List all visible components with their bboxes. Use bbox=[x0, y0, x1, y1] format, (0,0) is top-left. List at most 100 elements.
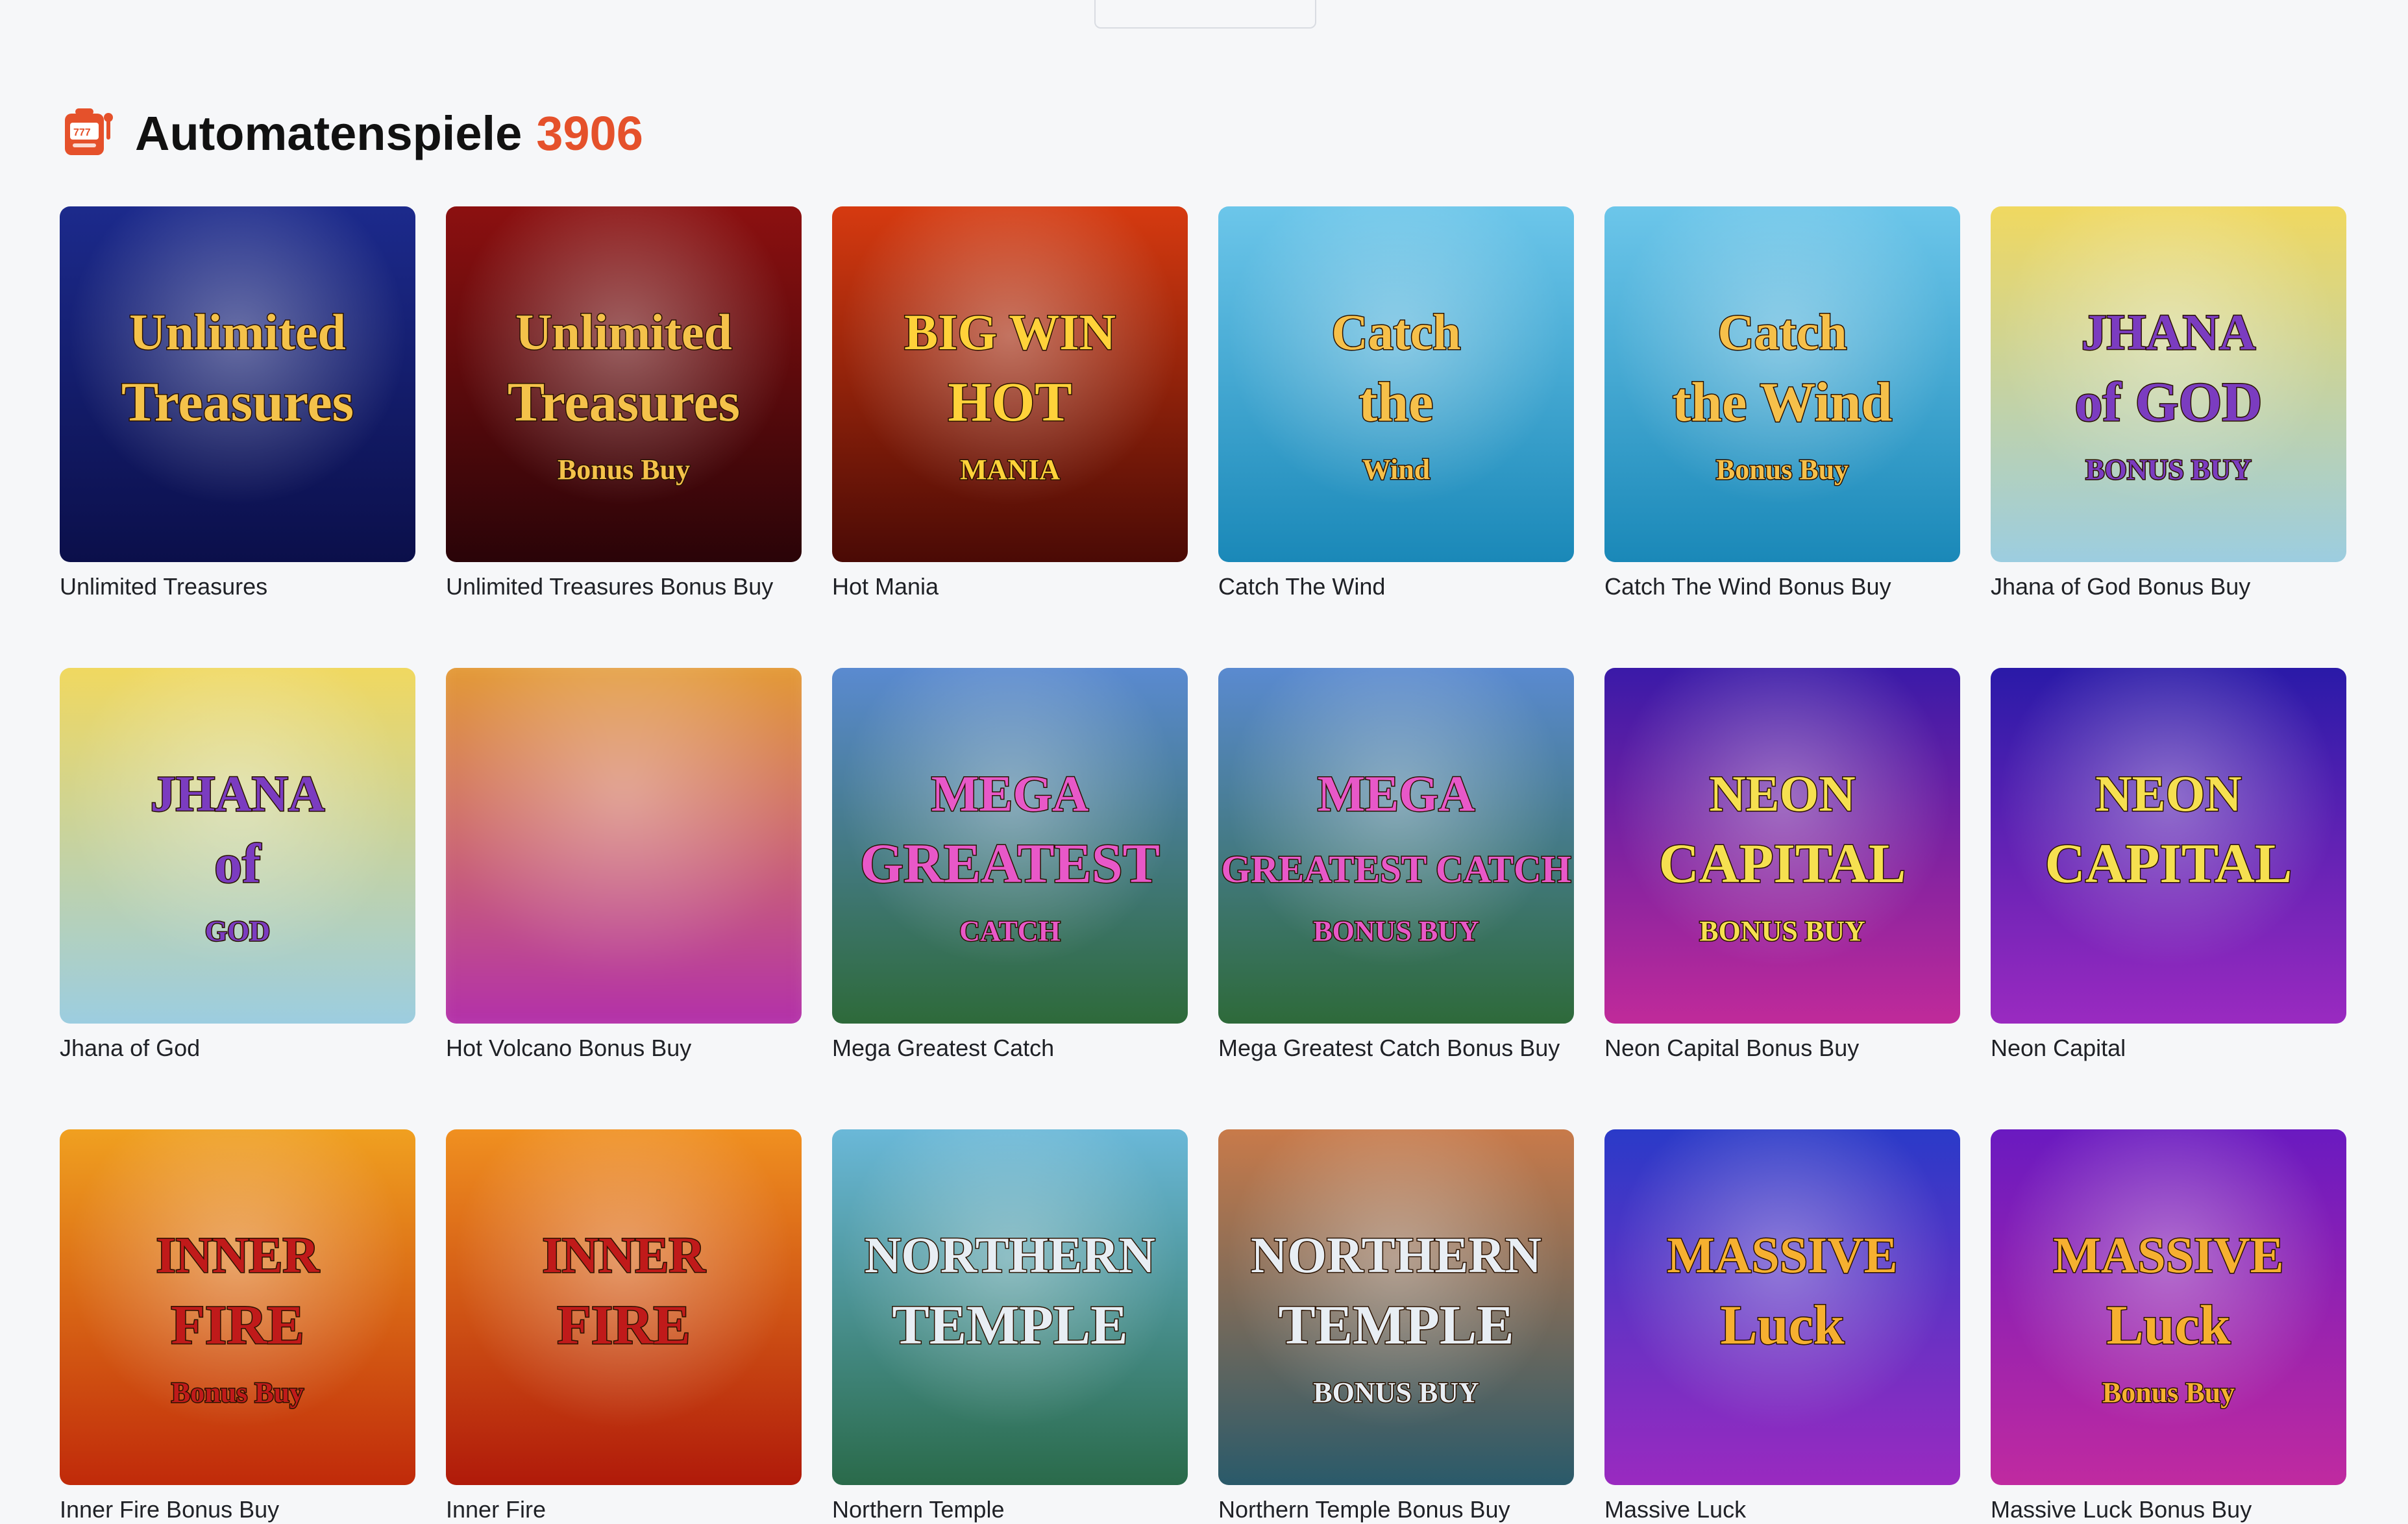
game-title[interactable]: Massive Luck Bonus Buy bbox=[1991, 1495, 2346, 1523]
thumbnail-title-art: GREATEST CATCH bbox=[1221, 848, 1571, 891]
game-thumbnail[interactable]: JHANA of GOD BONUS BUY bbox=[1991, 206, 2346, 562]
game-tile[interactable]: Unlimited Treasures Unlimited Treasures bbox=[60, 206, 415, 600]
game-tile[interactable]: NEON CAPITAL Neon Capital bbox=[1991, 668, 2346, 1062]
thumbnail-title-art: CATCH bbox=[959, 915, 1061, 947]
game-tile[interactable]: NORTHERN TEMPLE Northern Temple bbox=[832, 1129, 1188, 1523]
thumbnail-title-art: of bbox=[214, 832, 262, 894]
thumbnail-title-art: Bonus Buy bbox=[171, 1377, 304, 1408]
thumbnail-title-art: NORTHERN bbox=[865, 1227, 1155, 1283]
game-title[interactable]: Catch The Wind bbox=[1218, 572, 1574, 600]
thumbnail-title-art: Luck bbox=[2106, 1294, 2230, 1356]
game-thumbnail[interactable]: Catch the Wind Bonus Buy bbox=[1604, 206, 1960, 562]
thumbnail-title-art: of GOD bbox=[2074, 371, 2262, 433]
game-tile[interactable]: Catch the Wind Bonus Buy Catch The Wind Bon… bbox=[1604, 206, 1960, 600]
game-tile[interactable]: Catch the Wind Catch The Wind bbox=[1218, 206, 1574, 600]
thumbnail-title-art: BONUS BUY bbox=[1699, 915, 1865, 947]
game-title[interactable]: Unlimited Treasures bbox=[60, 572, 415, 600]
thumbnail-title-art: INNER bbox=[542, 1227, 706, 1283]
game-title[interactable]: Jhana of God bbox=[60, 1034, 415, 1062]
game-title[interactable]: Mega Greatest Catch bbox=[832, 1034, 1188, 1062]
thumbnail-title-art: MASSIVE bbox=[2053, 1227, 2283, 1283]
game-tile[interactable]: INNER FIRE Inner Fire bbox=[446, 1129, 802, 1523]
game-thumbnail[interactable]: Catch the Wind bbox=[1218, 206, 1574, 562]
thumbnail-title-art: the bbox=[1359, 371, 1434, 433]
thumbnail-title-art: BONUS BUY bbox=[1313, 1377, 1479, 1408]
thumbnail-title-art: INNER bbox=[156, 1227, 320, 1283]
thumbnail-title-art: Unlimited bbox=[129, 304, 346, 360]
game-title[interactable]: Mega Greatest Catch Bonus Buy bbox=[1218, 1034, 1574, 1062]
game-tile[interactable]: MASSIVE Luck Bonus Buy Massive Luck Bonus B… bbox=[1991, 1129, 2346, 1523]
game-title[interactable]: Northern Temple Bonus Buy bbox=[1218, 1495, 1574, 1523]
svg-text:777: 777 bbox=[73, 127, 91, 138]
thumbnail-title-art: FIRE bbox=[557, 1294, 690, 1356]
game-title[interactable]: Inner Fire Bonus Buy bbox=[60, 1495, 415, 1523]
game-thumbnail[interactable]: Unlimited Treasures bbox=[60, 206, 415, 562]
game-thumbnail[interactable]: NEON CAPITAL bbox=[1991, 668, 2346, 1024]
game-thumbnail[interactable]: INNER FIRE Bonus Buy bbox=[60, 1129, 415, 1486]
game-title[interactable]: Neon Capital bbox=[1991, 1034, 2346, 1062]
game-tile[interactable]: JHANA of GOD BONUS BUY Jhana of God Bonus B… bbox=[1991, 206, 2346, 600]
top-tab[interactable] bbox=[1094, 0, 1316, 29]
thumbnail-title-art: Bonus Buy bbox=[2102, 1377, 2235, 1408]
game-tile[interactable]: MEGA GREATEST CATCH Mega Greatest Catch bbox=[832, 668, 1188, 1062]
game-thumbnail[interactable]: MEGA GREATEST CATCH bbox=[832, 668, 1188, 1024]
thumbnail-title-art: BONUS BUY bbox=[2085, 454, 2252, 485]
game-thumbnail[interactable]: NEON CAPITAL BONUS BUY bbox=[1604, 668, 1960, 1024]
game-title[interactable]: Hot Volcano Bonus Buy bbox=[446, 1034, 802, 1062]
thumbnail-title-art: GREATEST bbox=[860, 832, 1160, 894]
game-tile[interactable]: MASSIVE Luck Massive Luck bbox=[1604, 1129, 1960, 1523]
game-tile[interactable]: JHANA of GOD Jhana of God bbox=[60, 668, 415, 1062]
game-tile[interactable]: Hot Volcano Bonus Buy bbox=[446, 668, 802, 1062]
game-thumbnail[interactable]: BIG WIN HOT MANIA bbox=[832, 206, 1188, 562]
thumbnail-title-art: Wind bbox=[1362, 454, 1430, 485]
thumbnail-title-art: Catch bbox=[1717, 304, 1847, 360]
thumbnail-title-art: BONUS BUY bbox=[1313, 915, 1479, 947]
thumbnail-title-art: MEGA bbox=[931, 765, 1089, 822]
thumbnail-title-art: MANIA bbox=[960, 454, 1060, 485]
thumbnail-title-art: Catch bbox=[1331, 304, 1460, 360]
game-title[interactable]: Jhana of God Bonus Buy bbox=[1991, 572, 2346, 600]
thumbnail-title-art: Bonus Buy bbox=[1716, 454, 1849, 485]
thumbnail-title-art: NEON bbox=[2095, 765, 2241, 822]
section-header: 777 Automatenspiele 3906 bbox=[62, 104, 643, 162]
game-title[interactable]: Northern Temple bbox=[832, 1495, 1188, 1523]
game-title[interactable]: Inner Fire bbox=[446, 1495, 802, 1523]
game-thumbnail[interactable] bbox=[446, 668, 802, 1024]
thumbnail-title-art: Bonus Buy bbox=[558, 454, 690, 485]
thumbnail-title-art: the Wind bbox=[1673, 371, 1893, 433]
game-thumbnail[interactable]: NORTHERN TEMPLE bbox=[832, 1129, 1188, 1486]
game-tile[interactable]: NEON CAPITAL BONUS BUY Neon Capital Bonus B… bbox=[1604, 668, 1960, 1062]
section-count: 3906 bbox=[536, 106, 643, 160]
game-thumbnail[interactable]: MASSIVE Luck bbox=[1604, 1129, 1960, 1486]
thumbnail-title-art: JHANA bbox=[2082, 304, 2256, 360]
game-tile[interactable]: Unlimited Treasures Bonus Buy Unlimited Tre… bbox=[446, 206, 802, 600]
game-thumbnail[interactable]: INNER FIRE bbox=[446, 1129, 802, 1486]
game-title[interactable]: Massive Luck bbox=[1604, 1495, 1960, 1523]
thumbnail-title-art: Luck bbox=[1720, 1294, 1844, 1356]
thumbnail-title-art: NORTHERN bbox=[1251, 1227, 1542, 1283]
game-thumbnail[interactable]: JHANA of GOD bbox=[60, 668, 415, 1024]
slot-machine-icon: 777 bbox=[62, 107, 118, 159]
game-thumbnail[interactable]: Unlimited Treasures Bonus Buy bbox=[446, 206, 802, 562]
thumbnail-title-art: MEGA bbox=[1318, 765, 1475, 822]
game-tile[interactable]: BIG WIN HOT MANIA Hot Mania bbox=[832, 206, 1188, 600]
game-tile[interactable]: NORTHERN TEMPLE BONUS BUY Northern Temple B… bbox=[1218, 1129, 1574, 1523]
game-title[interactable]: Unlimited Treasures Bonus Buy bbox=[446, 572, 802, 600]
game-thumbnail[interactable]: MASSIVE Luck Bonus Buy bbox=[1991, 1129, 2346, 1486]
thumbnail-title-art: Treasures bbox=[508, 371, 740, 433]
thumbnail-title-art: TEMPLE bbox=[1278, 1294, 1514, 1356]
thumbnail-title-art: HOT bbox=[948, 371, 1072, 433]
section-title: Automatenspiele bbox=[135, 106, 522, 160]
thumbnail-title-art: Treasures bbox=[121, 371, 354, 433]
game-tile[interactable]: MEGA GREATEST CATCH BONUS BUY Mega Greatest… bbox=[1218, 668, 1574, 1062]
game-title[interactable]: Catch The Wind Bonus Buy bbox=[1604, 572, 1960, 600]
game-title[interactable]: Hot Mania bbox=[832, 572, 1188, 600]
thumbnail-title-art: MASSIVE bbox=[1667, 1227, 1897, 1283]
game-thumbnail[interactable]: MEGA GREATEST CATCH BONUS BUY bbox=[1218, 668, 1574, 1024]
thumbnail-glow bbox=[446, 668, 802, 981]
thumbnail-title-art: CAPITAL bbox=[1659, 832, 1906, 894]
game-title[interactable]: Neon Capital Bonus Buy bbox=[1604, 1034, 1960, 1062]
game-tile[interactable]: INNER FIRE Bonus Buy Inner Fire Bonus Buy bbox=[60, 1129, 415, 1523]
thumbnail-title-art: JHANA bbox=[151, 765, 325, 822]
game-thumbnail[interactable]: NORTHERN TEMPLE BONUS BUY bbox=[1218, 1129, 1574, 1486]
